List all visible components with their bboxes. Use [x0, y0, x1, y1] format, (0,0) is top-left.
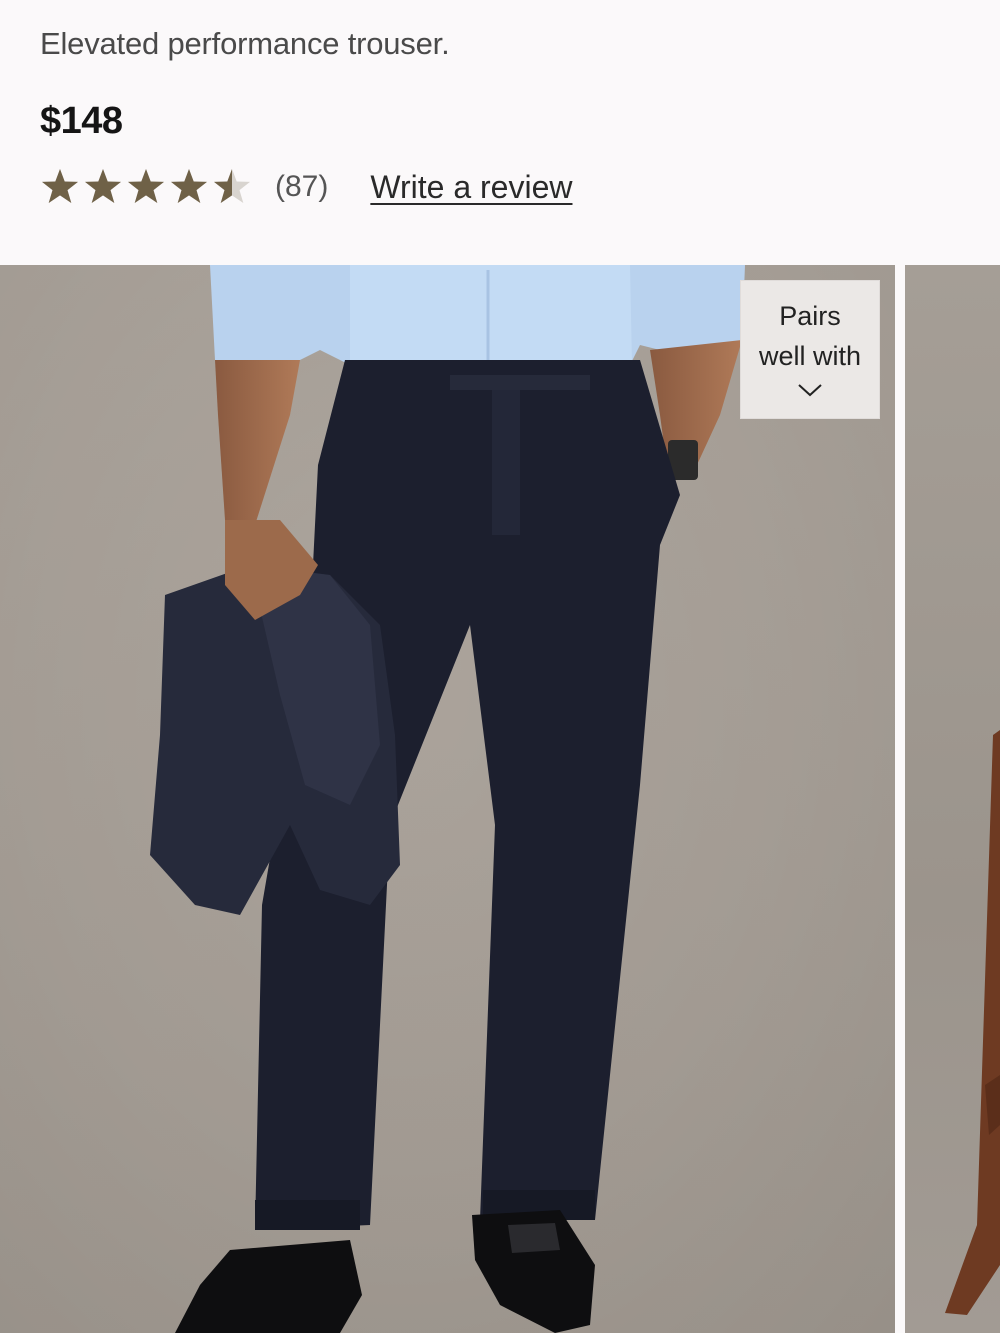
star-icon — [42, 169, 78, 203]
product-image-gallery[interactable]: Pairs well with — [0, 265, 1000, 1333]
chevron-down-icon — [798, 384, 822, 397]
star-half-icon — [214, 169, 250, 203]
rating-row: (87) Write a review — [40, 165, 572, 209]
product-image-next[interactable] — [905, 265, 1000, 1333]
product-subtitle: Elevated performance trouser. — [40, 26, 450, 61]
write-review-link[interactable]: Write a review — [370, 169, 572, 206]
pairs-well-with-button[interactable]: Pairs well with — [740, 280, 880, 419]
review-count[interactable]: (87) — [275, 170, 328, 204]
product-image-main[interactable] — [0, 265, 895, 1333]
pairs-label-line1: Pairs — [779, 301, 841, 331]
product-info: Elevated performance trouser. $148 (87) … — [0, 0, 1000, 265]
star-icon — [85, 169, 121, 203]
product-price: $148 — [40, 100, 123, 142]
star-icon — [171, 169, 207, 203]
star-rating[interactable] — [40, 167, 255, 207]
pairs-label-line2: well with — [758, 341, 862, 371]
star-icon — [128, 169, 164, 203]
next-image-preview — [945, 730, 1000, 1315]
model-photo — [0, 265, 895, 1333]
